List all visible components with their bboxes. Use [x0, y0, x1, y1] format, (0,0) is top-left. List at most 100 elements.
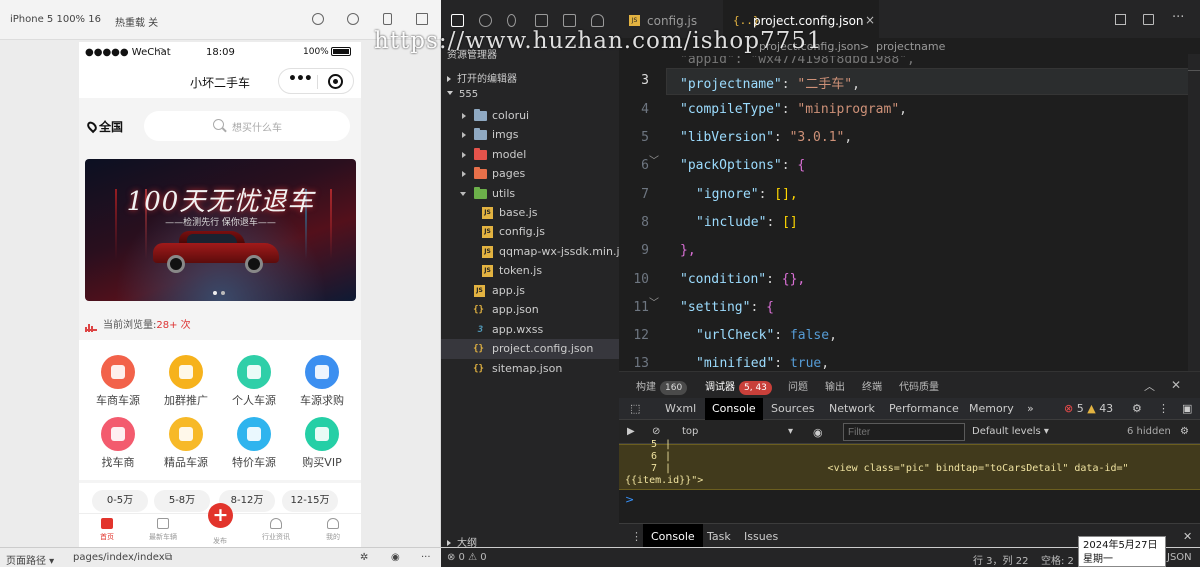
image-icon[interactable]	[563, 14, 576, 27]
context-selector[interactable]: top	[682, 426, 698, 437]
window-icon[interactable]	[416, 13, 428, 25]
phone-icon[interactable]	[383, 13, 392, 25]
drawer-tab-task[interactable]: Task	[699, 524, 739, 549]
fold-chevron-icon[interactable]: ﹀	[649, 294, 659, 309]
source-control-icon[interactable]	[507, 14, 516, 27]
tab-output[interactable]: 输出	[825, 378, 845, 393]
grid-item-wanted[interactable]: 车源求购	[287, 348, 357, 408]
tab-network[interactable]: Network	[822, 398, 882, 420]
tab-news[interactable]: 行业资讯	[248, 518, 304, 542]
clear-console-icon[interactable]: ⊘	[652, 426, 660, 437]
indentation[interactable]: 空格: 2	[1041, 552, 1074, 567]
more-icon[interactable]: •••	[288, 71, 313, 87]
grid-item-promotion[interactable]: 加群推广	[151, 348, 221, 408]
code-line[interactable]: },	[680, 243, 696, 258]
tab-performance[interactable]: Performance	[882, 398, 966, 420]
price-chip[interactable]: 12-15万	[282, 490, 338, 512]
close-miniprogram-icon[interactable]	[328, 74, 343, 89]
tab-build[interactable]: 构建 160	[636, 378, 688, 395]
eye-icon[interactable]: ◉	[813, 426, 823, 439]
code-line[interactable]: "include": []	[696, 215, 798, 230]
tree-folder-model[interactable]: model	[441, 145, 619, 165]
tree-file-token-js[interactable]: JS token.js	[441, 261, 619, 281]
tree-file-app-json[interactable]: {} app.json	[441, 300, 619, 320]
chevron-up-icon[interactable]: ︿	[1144, 378, 1155, 394]
editor-minimap[interactable]	[1188, 54, 1200, 371]
tree-file-app-js[interactable]: JS app.js	[441, 281, 619, 301]
device-selector[interactable]: iPhone 5 100% 16	[10, 14, 101, 25]
grid-item-special-price[interactable]: 特价车源	[219, 410, 289, 470]
city-selector[interactable]: 全国	[85, 118, 123, 135]
tab-console[interactable]: Console	[705, 398, 763, 420]
more-icon[interactable]: ···	[421, 552, 431, 563]
filter-input[interactable]	[843, 423, 965, 441]
tree-file-sitemap-json[interactable]: {} sitemap.json	[441, 359, 619, 379]
tab-latest-cars[interactable]: 最新车辆	[135, 518, 191, 542]
tree-folder-utils[interactable]: utils	[441, 184, 619, 204]
close-drawer-icon[interactable]: ✕	[1175, 524, 1200, 549]
tab-memory[interactable]: Memory	[962, 398, 1021, 420]
project-root[interactable]: 555	[447, 89, 478, 100]
inspect-icon[interactable]: ⬚	[623, 398, 647, 420]
log-levels-dropdown[interactable]: Default levels ▾	[972, 426, 1049, 437]
grid-item-premium[interactable]: 精品车源	[151, 410, 221, 470]
preview-eye-icon[interactable]: ◉	[391, 552, 400, 563]
docker-icon[interactable]	[591, 14, 604, 27]
tab-code-quality[interactable]: 代码质量	[899, 378, 939, 393]
tree-folder-imgs[interactable]: imgs	[441, 125, 619, 145]
code-line[interactable]: "packOptions": {	[680, 158, 805, 173]
sidebar-toggle-icon[interactable]: ▶	[627, 426, 635, 437]
banner-dot[interactable]	[221, 291, 225, 295]
fold-chevron-icon[interactable]: ﹀	[649, 152, 659, 167]
cursor-position[interactable]: 行 3，列 22	[973, 552, 1028, 567]
menu-capsule[interactable]: •••	[278, 68, 354, 94]
close-icon[interactable]: ✕	[1171, 378, 1181, 392]
code-line[interactable]: "appid": "wx4774198f8dbd1988",	[680, 56, 915, 67]
settings-gear-icon[interactable]: ⚙	[1125, 398, 1149, 420]
more-vertical-icon[interactable]: ⋮	[1151, 398, 1176, 420]
code-line[interactable]: "libVersion": "3.0.1",	[680, 130, 852, 145]
hot-reload-toggle[interactable]: 热重载 关	[115, 14, 158, 29]
publish-button[interactable]: +	[208, 503, 233, 528]
bug-icon[interactable]: ✲	[360, 552, 368, 563]
tab-mine[interactable]: 我的	[305, 518, 361, 542]
tree-file-config-js[interactable]: JS config.js	[441, 222, 619, 242]
console-settings-icon[interactable]: ⚙	[1180, 426, 1189, 437]
close-tab-icon[interactable]: ×	[865, 13, 875, 27]
code-line[interactable]: "condition": {},	[680, 272, 805, 287]
split-editor-icon[interactable]	[1115, 14, 1126, 25]
tab-wxml[interactable]: Wxml	[658, 398, 703, 420]
chevron-down-icon[interactable]: ▾	[788, 426, 793, 437]
code-line[interactable]: "compileType": "miniprogram",	[680, 102, 907, 117]
taskbar-clock[interactable]: 2024年5月27日 星期一	[1078, 536, 1166, 567]
tree-file-qqmap-js[interactable]: JS qqmap-wx-jssdk.min.js	[441, 242, 625, 262]
drawer-tab-issues[interactable]: Issues	[736, 524, 786, 549]
console-warning-message[interactable]: 5 | 6 | 7 | <view class="pic" bindtap="toCa…	[619, 439, 1200, 490]
code-line[interactable]: "setting": {	[680, 300, 774, 315]
drawer-tab-console[interactable]: Console	[643, 524, 703, 549]
breadcrumb-node[interactable]: projectname	[876, 40, 945, 53]
open-editors-section[interactable]: 打开的编辑器	[447, 70, 517, 85]
grid-item-vip[interactable]: 购买VIP	[287, 410, 357, 470]
search-input[interactable]: 想买什么车	[144, 111, 350, 141]
search-icon[interactable]	[479, 14, 492, 27]
tab-problems[interactable]: 问题	[788, 378, 808, 393]
tab-home[interactable]: 首页	[79, 518, 135, 542]
code-line[interactable]: "urlCheck": false,	[696, 328, 837, 343]
refresh-icon[interactable]	[312, 13, 324, 25]
language-mode[interactable]: JSON	[1167, 552, 1192, 563]
promo-banner[interactable]: 100天无忧退车 ——检测先行 保你退车——	[85, 159, 356, 301]
grid-item-dealer-cars[interactable]: 车商车源	[83, 348, 153, 408]
stop-icon[interactable]	[347, 13, 359, 25]
code-line[interactable]: "projectname": "二手车",	[680, 73, 860, 92]
grid-item-personal-cars[interactable]: 个人车源	[219, 348, 289, 408]
dock-icon[interactable]: ▣	[1175, 398, 1199, 420]
console-prompt[interactable]: >	[625, 493, 634, 506]
files-icon[interactable]	[451, 14, 464, 27]
problems-counter[interactable]: ⊗ 0 ⚠ 0	[447, 552, 487, 563]
tree-file-app-wxss[interactable]: 3 app.wxss	[441, 320, 619, 340]
tree-folder-colorui[interactable]: colorui	[441, 106, 619, 126]
code-line[interactable]: "ignore": [],	[696, 187, 798, 202]
extensions-icon[interactable]	[535, 14, 548, 27]
tree-file-project-config-json[interactable]: {} project.config.json	[441, 339, 619, 359]
